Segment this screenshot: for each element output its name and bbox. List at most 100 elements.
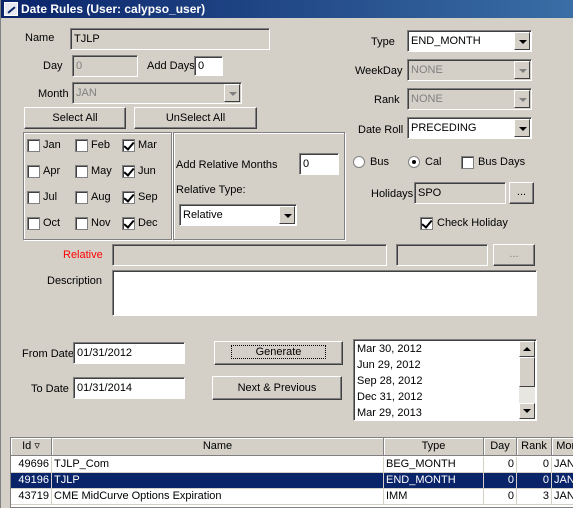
chevron-down-icon[interactable] [279,206,295,224]
column-header-month[interactable]: Month [552,438,573,456]
month-checkbox-may[interactable] [75,165,88,178]
column-header-name[interactable]: Name [52,438,384,456]
scroll-up-icon[interactable] [519,341,535,357]
table-row[interactable]: 49696 TJLP_Com BEG_MONTH 0 0 JAN [11,457,573,473]
relative-browse-button[interactable]: ... [493,244,535,266]
table-row[interactable]: 49196 TJLP END_MONTH 0 0 JAN [11,473,573,489]
cal-label: Cal [425,156,442,168]
cell-day: 0 [484,489,517,505]
month-checkbox-apr[interactable] [27,165,40,178]
to-date-label: To Date [31,383,69,395]
to-date-field[interactable]: 01/31/2014 [73,377,185,399]
bus-days-checkbox[interactable] [461,156,474,169]
month-checkbox-mar[interactable] [122,139,135,152]
bus-radio[interactable] [353,156,365,168]
type-label: Type [371,36,395,48]
check-holiday-label: Check Holiday [437,217,508,229]
column-header-day[interactable]: Day [484,438,517,456]
holidays-browse-button[interactable]: ... [509,182,534,204]
holidays-label: Holidays [371,188,414,200]
month-label-mar: Mar [138,139,157,151]
type-value: END_MONTH [411,35,481,47]
month-checkbox-jul[interactable] [27,191,40,204]
bus-days-label: Bus Days [478,156,526,168]
month-label-jan: Jan [43,139,61,151]
date-list-item[interactable]: Dec 31, 2012 [357,390,422,404]
cell-rank: 0 [517,473,552,489]
month-checkbox-jan[interactable] [27,139,40,152]
month-label-nov: Nov [91,217,111,229]
scroll-thumb[interactable] [519,357,535,387]
column-header-id[interactable]: Id ▿ [11,438,52,456]
month-checkbox-dec[interactable] [122,217,135,230]
date-roll-select[interactable]: PRECEDING [407,117,532,139]
add-relative-months-field[interactable]: 0 [299,153,339,175]
month-label-dec: Dec [138,217,158,229]
select-all-button[interactable]: Select All [24,107,126,129]
column-header-rank[interactable]: Rank [517,438,552,456]
description-field[interactable] [112,270,537,316]
check-holiday-checkbox[interactable] [420,217,433,230]
cell-id: 49196 [11,473,52,489]
chevron-down-icon[interactable] [514,119,530,137]
date-list-item[interactable]: Mar 30, 2012 [357,342,422,356]
chevron-down-icon[interactable] [514,32,530,50]
generated-dates-list[interactable]: Mar 30, 2012 Jun 29, 2012 Sep 28, 2012 Dec … [353,339,537,421]
chevron-down-icon[interactable] [514,90,530,108]
weekday-select[interactable]: NONE [407,59,532,81]
date-rules-window: Date Rules (User: calypso_user) Name TJL… [0,0,573,508]
month-label-oct: Oct [43,217,61,229]
cell-type: IMM [384,489,484,505]
date-list-item[interactable]: Mar 29, 2013 [357,406,422,420]
name-label: Name [25,32,55,44]
unselect-all-button[interactable]: UnSelect All [134,107,257,129]
cell-id: 43719 [11,489,52,505]
description-label: Description [47,275,103,287]
generate-label: Generate [230,345,327,359]
date-rules-table[interactable]: Id ▿NameTypeDayRankMonth 49696TJLP_ComBE… [10,437,573,508]
month-label-jul: Jul [43,191,58,203]
date-roll-label: Date Roll [358,124,404,136]
cell-month: JAN [552,489,573,505]
cell-type: END_MONTH [384,473,484,489]
next-previous-button[interactable]: Next & Previous [212,376,342,400]
cell-day: 0 [484,457,517,473]
cell-id: 49696 [11,457,52,473]
month-checkbox-aug[interactable] [75,191,88,204]
relative-type-label: Relative Type: [176,184,246,196]
day-field[interactable]: 0 [72,55,138,77]
cal-radio[interactable] [408,156,420,168]
month-checkbox-oct[interactable] [27,217,40,230]
month-select[interactable]: JAN [72,82,242,104]
bus-label: Bus [370,156,389,168]
name-field[interactable]: TJLP [70,28,270,50]
chevron-down-icon[interactable] [514,61,530,79]
month-label-apr: Apr [43,165,61,177]
month-checkbox-nov[interactable] [75,217,88,230]
holidays-field[interactable]: SPO [414,182,506,204]
date-list-item[interactable]: Sep 28, 2012 [357,374,422,388]
cell-month: JAN [552,457,573,473]
chevron-down-icon[interactable] [224,84,240,102]
month-label-sep: Sep [138,191,158,203]
month-label-feb: Feb [91,139,110,151]
table-row[interactable]: 43719 CME MidCurve Options Expiration IMM 0… [11,489,573,505]
dates-scrollbar[interactable] [519,341,535,419]
cell-day: 0 [484,473,517,489]
from-date-field[interactable]: 01/31/2012 [73,342,185,364]
month-checkbox-jun[interactable] [122,165,135,178]
month-checkbox-feb[interactable] [75,139,88,152]
title-bar: Date Rules (User: calypso_user) [1,0,573,18]
add-days-field[interactable]: 0 [194,56,223,76]
generate-button[interactable]: Generate [214,341,343,365]
column-header-type[interactable]: Type [384,438,484,456]
month-label-aug: Aug [91,191,111,203]
relative-type-select[interactable]: Relative [179,204,297,226]
window-title: Date Rules (User: calypso_user) [21,2,206,16]
rank-select[interactable]: NONE [407,88,532,110]
date-list-item[interactable]: Jun 29, 2012 [357,358,421,372]
rank-label: Rank [374,94,400,106]
month-checkbox-sep[interactable] [122,191,135,204]
scroll-down-icon[interactable] [519,403,535,419]
type-select[interactable]: END_MONTH [407,30,532,52]
